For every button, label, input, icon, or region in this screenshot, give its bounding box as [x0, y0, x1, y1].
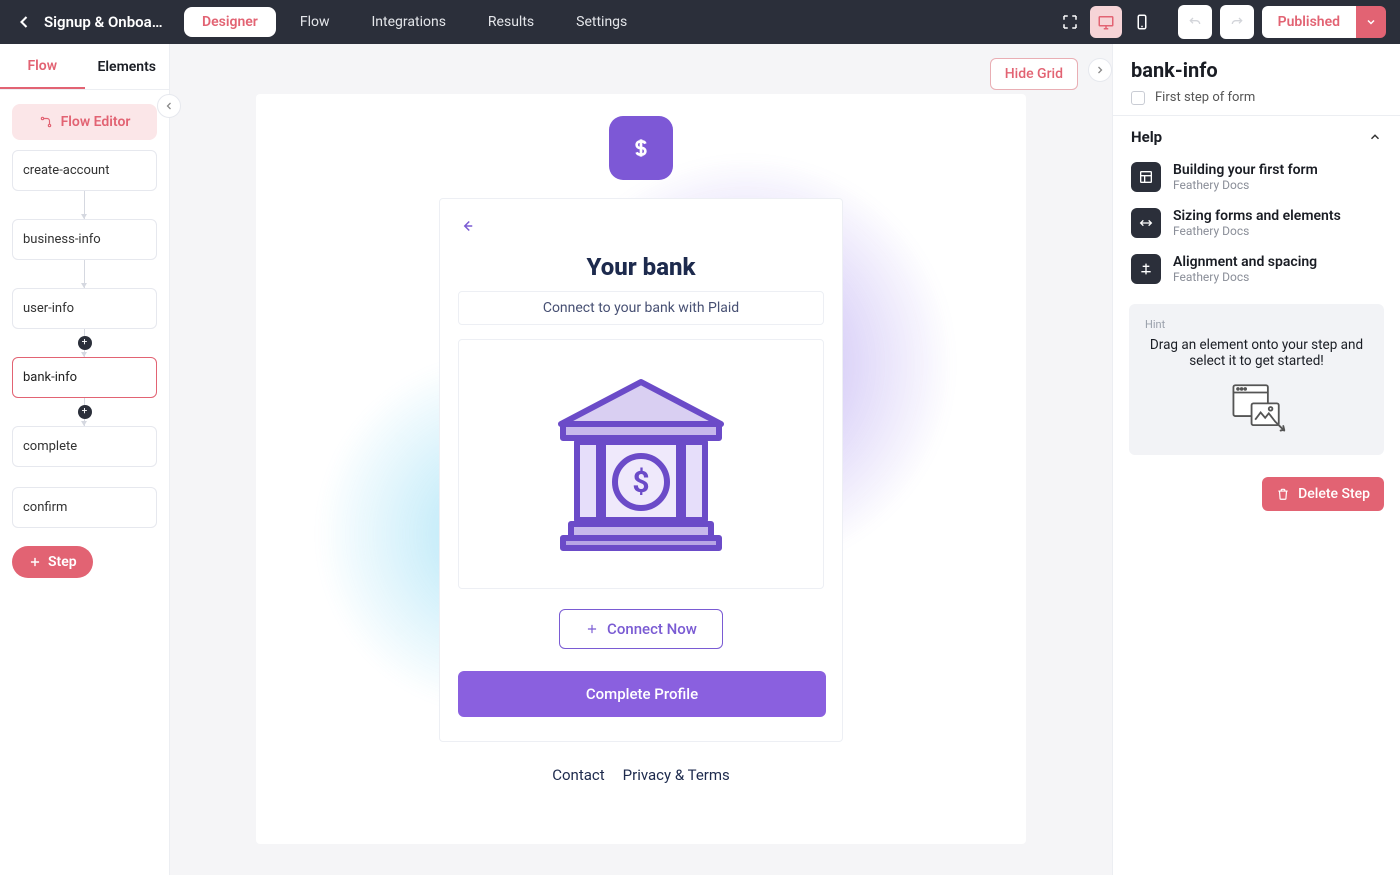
tab-elements[interactable]: Elements — [85, 44, 170, 89]
publish-group: Published — [1262, 6, 1386, 38]
help-title: Building your first form — [1173, 162, 1318, 178]
help-sub: Feathery Docs — [1173, 224, 1341, 238]
form-card[interactable]: Your bank Connect to your bank with Plai… — [439, 198, 843, 742]
publish-button[interactable]: Published — [1262, 6, 1356, 38]
sidebar-left: Flow Elements Flow Editor create-account… — [0, 44, 170, 875]
footer-links: Contact Privacy & Terms — [256, 766, 1026, 784]
help-sub: Feathery Docs — [1173, 270, 1317, 284]
resize-icon — [1131, 208, 1161, 238]
help-title: Sizing forms and elements — [1173, 208, 1341, 224]
card-subtitle: Connect to your bank with Plaid — [458, 291, 824, 325]
undo-button[interactable] — [1178, 5, 1212, 39]
footer-contact[interactable]: Contact — [552, 766, 604, 784]
step-list: create-account business-info user-info +… — [0, 150, 169, 528]
nav-flow[interactable]: Flow — [282, 7, 348, 37]
artboard[interactable]: Your bank Connect to your bank with Plai… — [256, 94, 1026, 844]
step-bank-info[interactable]: bank-info — [12, 357, 157, 398]
help-section-header[interactable]: Help — [1113, 116, 1400, 154]
help-sub: Feathery Docs — [1173, 178, 1318, 192]
delete-step-button[interactable]: Delete Step — [1262, 477, 1384, 511]
step-connector-plus[interactable]: + — [12, 329, 157, 357]
dollar-badge-icon — [609, 116, 673, 180]
drag-element-icon — [1228, 381, 1286, 433]
step-connector — [12, 260, 157, 288]
add-step-label: Step — [48, 554, 77, 570]
step-connector-plus[interactable]: + — [12, 398, 157, 426]
nav-results[interactable]: Results — [470, 7, 552, 37]
viewport-desktop[interactable] — [1090, 6, 1122, 38]
chevron-up-icon — [1368, 130, 1382, 144]
bank-illustration: $ — [458, 339, 824, 589]
help-header-label: Help — [1131, 128, 1162, 146]
viewport-mobile[interactable] — [1126, 6, 1158, 38]
hide-grid-button[interactable]: Hide Grid — [990, 58, 1078, 90]
delete-step-label: Delete Step — [1298, 486, 1370, 502]
step-create-account[interactable]: create-account — [12, 150, 157, 191]
viewport-group — [1054, 6, 1158, 38]
panel-right: bank-info First step of form Help Buildi… — [1112, 44, 1400, 875]
step-complete[interactable]: complete — [12, 426, 157, 467]
tab-flow[interactable]: Flow — [0, 44, 85, 89]
back-arrow-icon[interactable] — [14, 12, 34, 32]
svg-text:$: $ — [632, 465, 649, 500]
publish-dropdown[interactable] — [1356, 6, 1386, 38]
connect-now-label: Connect Now — [607, 620, 697, 638]
help-item-sizing[interactable]: Sizing forms and elementsFeathery Docs — [1113, 200, 1400, 246]
step-confirm[interactable]: confirm — [12, 487, 157, 528]
collapse-right-icon[interactable] — [1088, 58, 1112, 82]
canvas[interactable]: Hide Grid Your bank Connect to your bank… — [170, 44, 1112, 875]
left-tabs: Flow Elements — [0, 44, 169, 90]
top-nav: Designer Flow Integrations Results Setti… — [184, 7, 645, 37]
step-user-info[interactable]: user-info — [12, 288, 157, 329]
connect-now-button[interactable]: Connect Now — [559, 609, 723, 649]
step-business-info[interactable]: business-info — [12, 219, 157, 260]
footer-privacy[interactable]: Privacy & Terms — [623, 766, 730, 784]
checkbox-icon — [1131, 91, 1145, 105]
step-connector — [12, 191, 157, 219]
nav-designer[interactable]: Designer — [184, 7, 276, 37]
card-title: Your bank — [458, 253, 824, 281]
flow-editor-button[interactable]: Flow Editor — [12, 104, 157, 140]
card-back-icon[interactable] — [458, 220, 476, 239]
layout-icon — [1131, 162, 1161, 192]
redo-button[interactable] — [1220, 5, 1254, 39]
viewport-fullscreen[interactable] — [1054, 6, 1086, 38]
add-step-button[interactable]: Step — [12, 546, 93, 578]
nav-settings[interactable]: Settings — [558, 7, 645, 37]
trash-icon — [1276, 487, 1290, 501]
help-title: Alignment and spacing — [1173, 254, 1317, 270]
form-name[interactable]: Signup & Onboar… — [44, 13, 164, 31]
first-step-label: First step of form — [1155, 90, 1255, 105]
hint-message: Drag an element onto your step and selec… — [1145, 337, 1368, 369]
hint-box: Hint Drag an element onto your step and … — [1129, 304, 1384, 455]
flow-editor-label: Flow Editor — [61, 114, 131, 130]
help-item-building[interactable]: Building your first formFeathery Docs — [1113, 154, 1400, 200]
help-item-alignment[interactable]: Alignment and spacingFeathery Docs — [1113, 246, 1400, 292]
hint-label: Hint — [1145, 318, 1368, 331]
complete-profile-button[interactable]: Complete Profile — [458, 671, 826, 717]
topbar: Signup & Onboar… Designer Flow Integrati… — [0, 0, 1400, 44]
panel-title: bank-info — [1131, 58, 1382, 82]
nav-integrations[interactable]: Integrations — [354, 7, 464, 37]
align-icon — [1131, 254, 1161, 284]
first-step-checkbox[interactable]: First step of form — [1131, 90, 1382, 105]
